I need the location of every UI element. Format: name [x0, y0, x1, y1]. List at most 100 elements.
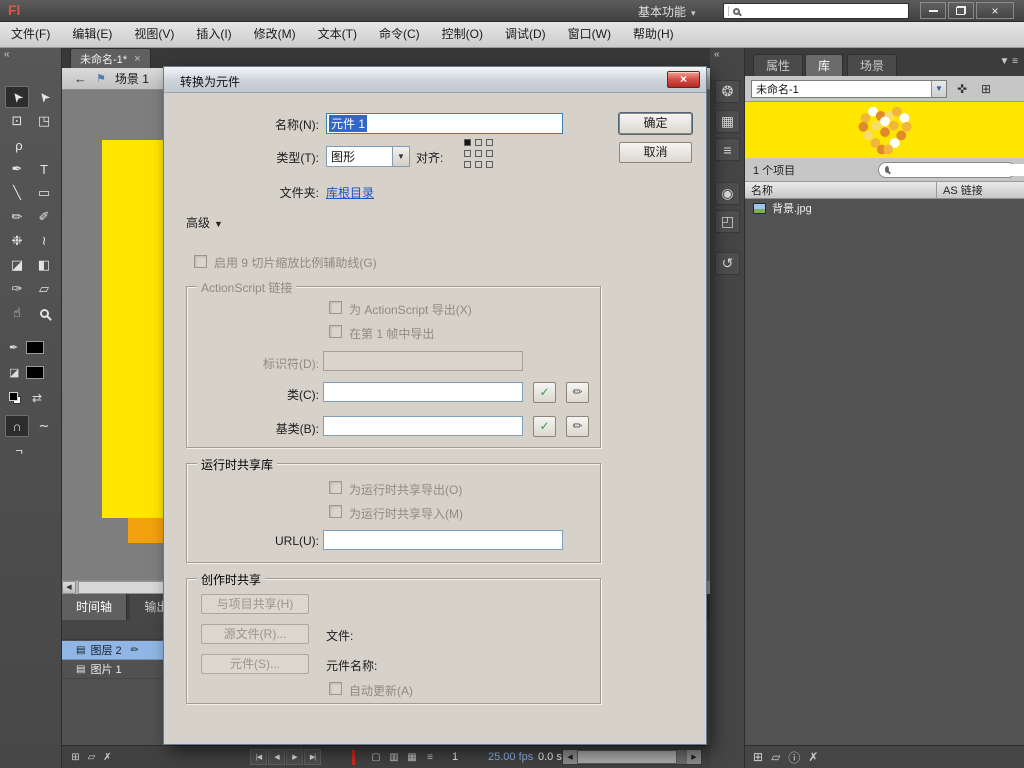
layer-name[interactable]: 图片 1	[90, 661, 121, 677]
registration-point[interactable]	[464, 161, 471, 168]
history-panel-icon[interactable]: ↺	[715, 252, 740, 275]
restore-button[interactable]	[948, 2, 974, 19]
text-tool[interactable]: T	[32, 158, 56, 180]
prev-frame-button[interactable]: ◀	[268, 749, 285, 765]
align-panel-icon[interactable]: ≡	[715, 138, 740, 161]
pin-library-icon[interactable]: ✜	[953, 81, 971, 97]
first-frame-button[interactable]: |◀	[250, 749, 267, 765]
registration-point[interactable]	[486, 161, 493, 168]
delete-layer-button[interactable]: ✗	[100, 750, 115, 765]
paint-bucket-tool[interactable]: ◪	[5, 254, 29, 276]
menu-help[interactable]: 帮助(H)	[622, 22, 685, 47]
menu-text[interactable]: 文本(T)	[307, 22, 368, 47]
lasso-tool[interactable]: ρ	[7, 134, 31, 156]
play-button[interactable]: ▶	[286, 749, 303, 765]
selection-tool[interactable]: ➤	[5, 86, 29, 108]
validate-base-button[interactable]: ✓	[533, 416, 556, 437]
edit-class-button[interactable]: ✏	[566, 382, 589, 403]
tab-library[interactable]: 库	[805, 54, 844, 76]
dialog-titlebar[interactable]: 转换为元件	[164, 67, 706, 93]
registration-point[interactable]	[475, 150, 482, 157]
column-as-linkage[interactable]: AS 链接	[936, 182, 1024, 198]
registration-point[interactable]	[486, 139, 493, 146]
menu-window[interactable]: 窗口(W)	[557, 22, 622, 47]
menu-commands[interactable]: 命令(C)	[368, 22, 431, 47]
scroll-thumb[interactable]	[577, 750, 677, 764]
tab-scene[interactable]: 场景	[847, 54, 898, 76]
swatches-panel-icon[interactable]: ▦	[715, 110, 740, 133]
ink-bottle-tool[interactable]: ◧	[32, 254, 56, 276]
validate-class-button[interactable]: ✓	[533, 382, 556, 403]
menu-view[interactable]: 视图(V)	[123, 22, 185, 47]
stroke-color-swatch[interactable]	[26, 341, 44, 354]
eraser-tool[interactable]: ▱	[32, 278, 56, 300]
new-folder-button[interactable]: ▱	[84, 750, 99, 765]
menu-insert[interactable]: 插入(I)	[185, 22, 242, 47]
symbol-name-field[interactable]: 元件 1	[326, 113, 563, 134]
registration-point[interactable]	[464, 139, 471, 146]
dialog-close-button[interactable]: ×	[667, 71, 700, 88]
new-folder-button[interactable]: ▱	[771, 750, 780, 764]
default-colors-button[interactable]	[9, 391, 21, 404]
scroll-left-button[interactable]: ◀	[563, 750, 577, 764]
expand-dock-icon[interactable]: «	[710, 48, 744, 63]
registration-point[interactable]	[486, 150, 493, 157]
document-tab[interactable]: 未命名-1* ×	[70, 48, 151, 68]
tab-timeline[interactable]: 时间轴	[62, 594, 128, 620]
new-layer-button[interactable]: ⊞	[68, 750, 83, 765]
ok-button[interactable]: 确定	[619, 113, 692, 134]
advanced-toggle[interactable]: 高级 ▼	[186, 214, 223, 231]
library-document-select[interactable]: 未命名-1 ▼	[751, 79, 947, 98]
back-arrow-icon[interactable]: ←	[74, 71, 87, 86]
rectangle-tool[interactable]: ▭	[32, 182, 56, 204]
list-item[interactable]: 背景.jpg	[745, 199, 1024, 217]
app-search-box[interactable]	[723, 3, 909, 19]
line-tool[interactable]: ╲	[5, 182, 29, 204]
base-class-field[interactable]	[323, 416, 523, 436]
class-field[interactable]	[323, 382, 523, 402]
panel-menu-icon[interactable]: ▼ ≡	[999, 56, 1018, 67]
bone-tool[interactable]: ≀	[32, 230, 56, 252]
edit-base-button[interactable]: ✏	[566, 416, 589, 437]
info-panel-icon[interactable]: ◉	[715, 182, 740, 205]
registration-point-grid[interactable]	[464, 139, 493, 168]
color-panel-icon[interactable]: ❂	[715, 80, 740, 103]
subselection-tool[interactable]: ➤	[32, 86, 56, 108]
menu-edit[interactable]: 编辑(E)	[61, 22, 123, 47]
registration-point[interactable]	[475, 139, 482, 146]
eyedropper-tool[interactable]: ✑	[5, 278, 29, 300]
cancel-button[interactable]: 取消	[619, 142, 692, 163]
swap-colors-button[interactable]: ⇄	[32, 391, 44, 405]
collapse-tools-icon[interactable]: «	[0, 48, 61, 63]
menu-control[interactable]: 控制(O)	[431, 22, 494, 47]
new-library-panel-icon[interactable]: ⊞	[977, 81, 995, 97]
fill-color-swatch[interactable]	[26, 366, 44, 379]
pen-tool[interactable]: ✒	[5, 158, 29, 180]
layer-name[interactable]: 图层 2	[90, 642, 121, 658]
zoom-tool[interactable]	[32, 302, 56, 324]
new-symbol-button[interactable]: ⊞	[753, 750, 763, 764]
delete-item-button[interactable]: ✗	[808, 750, 818, 764]
onion-outline-button[interactable]: ▦	[404, 750, 420, 765]
gradient-transform-tool[interactable]: ◳	[32, 110, 56, 132]
deco-tool[interactable]: ❉	[5, 230, 29, 252]
stage-shape-yellow-rectangle[interactable]	[102, 140, 167, 518]
workspace-switcher[interactable]: 基本功能 ▾	[638, 3, 696, 20]
library-root-link[interactable]: 库根目录	[326, 184, 374, 201]
item-properties-button[interactable]: ⓘ	[788, 749, 800, 766]
registration-point[interactable]	[464, 150, 471, 157]
column-name[interactable]: 名称	[745, 182, 936, 198]
url-field[interactable]	[323, 530, 563, 550]
menu-modify[interactable]: 修改(M)	[243, 22, 307, 47]
menu-debug[interactable]: 调试(D)	[494, 22, 557, 47]
minimize-button[interactable]	[920, 2, 946, 19]
scroll-left-button[interactable]: ◀	[62, 581, 76, 594]
onion-skin-button[interactable]: ▥	[386, 750, 402, 765]
close-button[interactable]: ×	[976, 2, 1014, 19]
timeline-scrollbar[interactable]: ◀ ▶	[562, 749, 702, 765]
pencil-tool[interactable]: ✏	[5, 206, 29, 228]
symbol-type-select[interactable]: 图形 ▼	[326, 146, 410, 167]
scroll-right-button[interactable]: ▶	[687, 750, 701, 764]
tab-properties[interactable]: 属性	[753, 54, 804, 76]
menu-file[interactable]: 文件(F)	[0, 22, 61, 47]
